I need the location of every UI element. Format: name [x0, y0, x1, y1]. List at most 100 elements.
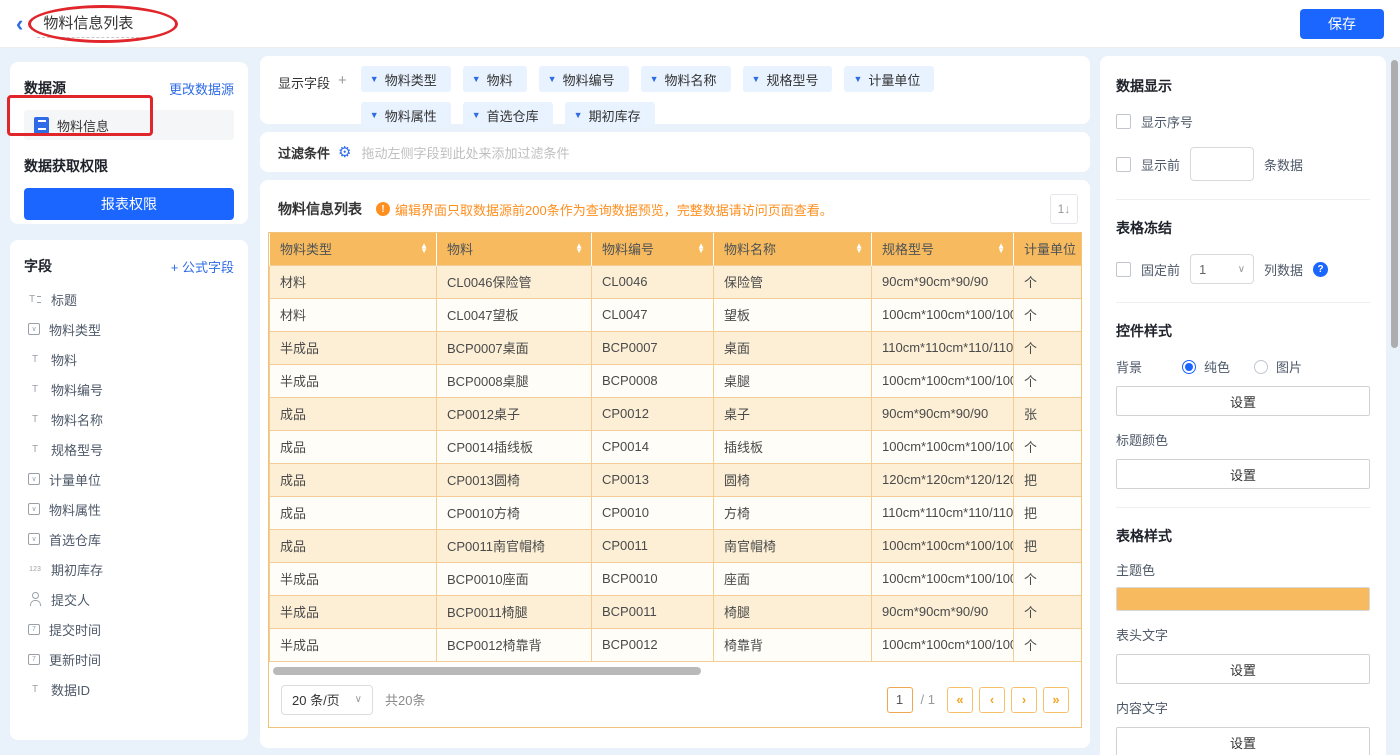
column-header[interactable]: 计量单位 [1013, 233, 1081, 265]
last-page-button[interactable]: » [1043, 686, 1069, 713]
table-row[interactable]: 半成品 BCP0012椅靠背 BCP0012 椅靠背 100cm*100cm*1… [269, 627, 1081, 662]
page-title[interactable]: 物料信息列表 [37, 10, 140, 38]
field-item[interactable]: 物料类型 [24, 314, 234, 344]
field-item[interactable]: 物料编号 [24, 374, 234, 404]
column-header[interactable]: 物料名称 [713, 233, 872, 265]
horizontal-scrollbar[interactable] [273, 666, 701, 675]
calendar-icon [28, 653, 40, 665]
next-page-button[interactable]: › [1011, 686, 1037, 713]
fields-title: 字段 [24, 258, 52, 274]
add-formula-field-link[interactable]: + 公式字段 [171, 257, 234, 276]
field-item[interactable]: 期初库存 [24, 554, 234, 584]
chevron-down-icon: ∨ [354, 694, 362, 705]
field-chip[interactable]: ▼ 物料属性 [360, 102, 451, 128]
sort-icon[interactable] [997, 244, 1005, 254]
prev-page-button[interactable]: ‹ [979, 686, 1005, 713]
row-order-button[interactable]: 1↓ [1050, 194, 1078, 224]
field-chip[interactable]: ▼ 物料名称 [640, 66, 731, 92]
save-button[interactable]: 保存 [1300, 8, 1384, 39]
table-row[interactable]: 材料 CL0047望板 CL0047 望板 100cm*100cm*100/10… [269, 297, 1081, 332]
background-set-button[interactable]: 设置 [1116, 386, 1370, 416]
cell-material-type: 成品 [269, 396, 437, 431]
table-row[interactable]: 成品 CP0010方椅 CP0010 方椅 110cm*110cm*110/11… [269, 495, 1081, 530]
first-page-button[interactable]: « [947, 686, 973, 713]
field-item[interactable]: 标题 [24, 284, 234, 314]
freeze-cols-select[interactable]: 1 ∨ [1190, 254, 1255, 284]
cell-material-type: 半成品 [269, 594, 437, 629]
column-header[interactable]: 物料 [436, 233, 592, 265]
datasource-panel: 数据源 更改数据源 物料信息 数据获取权限 报表权限 [10, 62, 248, 224]
table-row[interactable]: 半成品 BCP0010座面 BCP0010 座面 100cm*100cm*100… [269, 561, 1081, 596]
field-chip[interactable]: ▼ 首选仓库 [462, 102, 553, 128]
chevron-down-icon: ▼ [369, 110, 379, 120]
table-row[interactable]: 材料 CL0046保险管 CL0046 保险管 90cm*90cm*90/90 … [269, 264, 1081, 299]
cell-spec-model: 120cm*120cm*120/120 [871, 462, 1014, 497]
header-text-label: 表头文字 [1116, 628, 1169, 643]
text-icon [28, 682, 42, 696]
field-item[interactable]: 首选仓库 [24, 524, 234, 554]
show-first-checkbox[interactable] [1116, 156, 1131, 172]
field-item[interactable]: 物料属性 [24, 494, 234, 524]
table-row[interactable]: 半成品 BCP0007桌面 BCP0007 桌面 110cm*110cm*110… [269, 330, 1081, 365]
freeze-checkbox[interactable] [1116, 261, 1131, 277]
show-index-checkbox[interactable] [1116, 114, 1131, 129]
cell-material-name: 桌面 [713, 330, 872, 365]
page-number-input[interactable]: 1 [886, 686, 913, 713]
change-datasource-link[interactable]: 更改数据源 [169, 79, 234, 98]
table-panel: 物料信息列表 ! 编辑界面只取数据源前200条作为查询数据预览，完整数据请访问页… [260, 180, 1090, 748]
field-item-label: 数据ID [51, 682, 91, 698]
field-chip[interactable]: ▼ 期初库存 [564, 102, 655, 128]
table-row[interactable]: 半成品 BCP0011椅腿 BCP0011 椅腿 90cm*90cm*90/90… [269, 594, 1081, 629]
image-radio[interactable] [1254, 359, 1269, 374]
sort-icon[interactable] [575, 244, 583, 254]
field-item[interactable]: 更新时间 [24, 644, 234, 674]
cell-material-code: BCP0010 [591, 561, 714, 596]
field-item[interactable]: 提交人 [24, 584, 234, 614]
page-size-select[interactable]: 20 条/页 ∨ [281, 684, 373, 715]
table-row[interactable]: 成品 CP0013圆椅 CP0013 圆椅 120cm*120cm*120/12… [269, 462, 1081, 497]
vertical-scrollbar[interactable] [1391, 60, 1398, 348]
content-text-set-button[interactable]: 设置 [1116, 727, 1370, 755]
sort-icon[interactable] [697, 244, 705, 254]
report-permission-button[interactable]: 报表权限 [24, 188, 234, 220]
back-icon[interactable]: ‹ [16, 12, 23, 35]
sort-icon[interactable] [420, 244, 428, 254]
field-item[interactable]: 提交时间 [24, 614, 234, 644]
row-limit-input[interactable] [1190, 147, 1255, 181]
cell-spec-model: 100cm*100cm*100/100 [871, 297, 1014, 332]
theme-color-swatch[interactable] [1116, 587, 1370, 611]
solid-color-radio[interactable] [1182, 359, 1196, 374]
field-chip[interactable]: ▼ 计量单位 [844, 66, 935, 92]
table-row[interactable]: 成品 CP0011南官帽椅 CP0011 南官帽椅 100cm*100cm*10… [269, 528, 1081, 563]
field-item[interactable]: 数据ID [24, 674, 234, 704]
cell-spec-model: 90cm*90cm*90/90 [871, 264, 1014, 299]
help-icon[interactable]: ? [1313, 261, 1329, 277]
field-chip[interactable]: ▼ 物料 [462, 66, 527, 92]
solid-color-label[interactable]: 纯色 [1204, 357, 1230, 376]
add-field-icon[interactable]: + [338, 73, 347, 88]
column-header[interactable]: 物料编号 [591, 233, 714, 265]
field-item[interactable]: 规格型号 [24, 434, 234, 464]
image-label[interactable]: 图片 [1276, 357, 1302, 376]
datasource-item[interactable]: 物料信息 [24, 110, 234, 140]
field-item[interactable]: 计量单位 [24, 464, 234, 494]
field-chip[interactable]: ▼ 物料类型 [360, 66, 451, 92]
field-item[interactable]: 物料名称 [24, 404, 234, 434]
table-row[interactable]: 成品 CP0012桌子 CP0012 桌子 90cm*90cm*90/90 张 [269, 396, 1081, 431]
cell-material-name: 方椅 [713, 495, 872, 530]
field-chip[interactable]: ▼ 规格型号 [742, 66, 833, 92]
field-chip[interactable]: ▼ 物料编号 [538, 66, 629, 92]
filter-panel[interactable]: 过滤条件 ⚙ 拖动左侧字段到此处来添加过滤条件 [260, 132, 1090, 172]
column-header[interactable]: 物料类型 [269, 233, 437, 265]
sort-icon[interactable] [855, 244, 863, 254]
table-row[interactable]: 成品 CP0014插线板 CP0014 插线板 100cm*100cm*100/… [269, 429, 1081, 464]
cell-spec-model: 100cm*100cm*100/100 [871, 363, 1014, 398]
column-header[interactable]: 规格型号 [871, 233, 1014, 265]
header-text-set-button[interactable]: 设置 [1116, 654, 1370, 684]
title-color-set-button[interactable]: 设置 [1116, 459, 1370, 489]
field-item[interactable]: 物料 [24, 344, 234, 374]
gear-icon[interactable]: ⚙ [338, 143, 351, 161]
cell-material: CP0014插线板 [436, 429, 592, 464]
table-row[interactable]: 半成品 BCP0008桌腿 BCP0008 桌腿 100cm*100cm*100… [269, 363, 1081, 398]
field-item-label: 提交人 [51, 592, 91, 608]
